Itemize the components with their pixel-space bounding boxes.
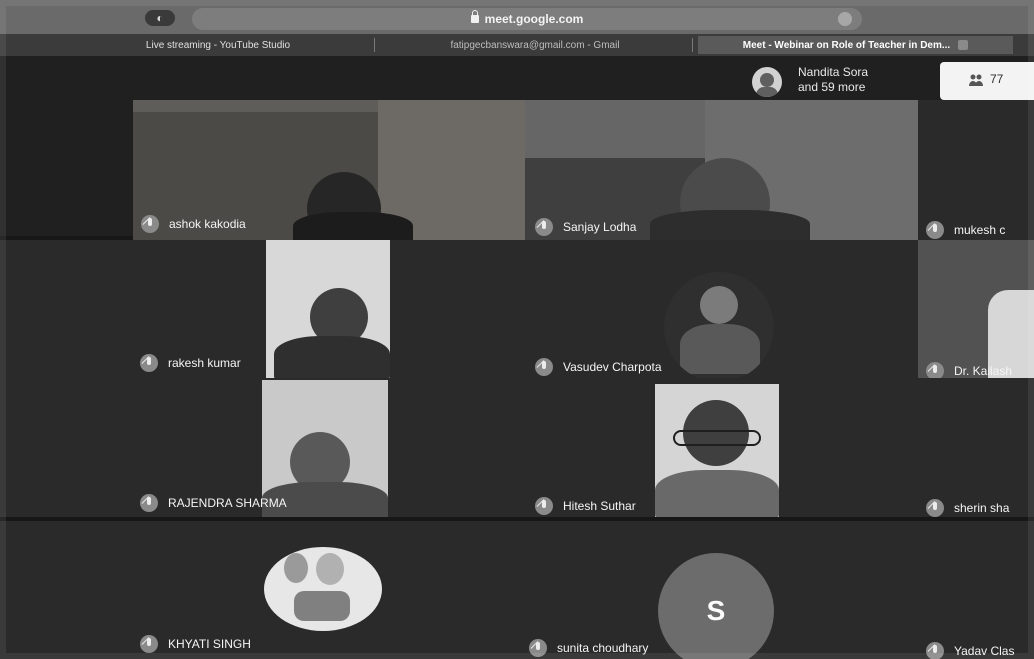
participant-tile[interactable]: ashok kakodia <box>133 100 525 240</box>
mic-off-icon <box>140 494 158 512</box>
mic-off-icon <box>926 642 944 659</box>
participant-name: Sanjay Lodha <box>563 220 637 234</box>
participant-count: 77 <box>990 72 1004 86</box>
tab-meet[interactable]: Meet - Webinar on Role of Teacher in Dem… <box>698 36 1013 54</box>
participant-name: mukesh c <box>954 223 1006 237</box>
participant-tile[interactable]: Hitesh Suthar <box>525 378 918 517</box>
mic-off-icon <box>535 497 553 515</box>
participant-name-tag: Hitesh Suthar <box>535 497 636 515</box>
avatar: S <box>658 553 774 659</box>
participant-name: RAJENDRA SHARMA <box>168 496 287 510</box>
close-icon[interactable] <box>958 40 969 50</box>
participant-name: Dr. Kailash <box>954 364 1013 378</box>
participant-name-tag: ashok kakodia <box>141 215 246 233</box>
participant-name-tag: KHYATI SINGH <box>140 635 251 653</box>
video-feed <box>655 384 779 517</box>
mic-off-icon <box>141 215 159 233</box>
participant-name: sherin sha <box>954 501 1010 515</box>
address-bar[interactable]: meet.google.com <box>192 8 862 30</box>
participant-name-tag: Sanjay Lodha <box>535 218 636 236</box>
mic-off-icon <box>535 218 553 236</box>
participant-name-tag: RAJENDRA SHARMA <box>140 494 287 512</box>
participant-tile[interactable]: Sanjay Lodha <box>525 100 918 240</box>
participant-grid: ashok kakodia Sanjay Lodha mukesh c rake… <box>0 100 1034 659</box>
tab-gmail[interactable]: fatipgecbanswara@gmail.com - Gmail <box>380 36 690 54</box>
participant-count-button[interactable]: 77 <box>940 62 1034 100</box>
mic-off-icon <box>140 635 158 653</box>
participant-name: Yadav Clas <box>954 644 1015 658</box>
participant-name: Vasudev Charpota <box>563 360 662 374</box>
participant-name: sunita choudhary <box>557 641 649 655</box>
participant-tile[interactable]: KHYATI SINGH <box>0 521 525 659</box>
participant-name-tag: Yadav Clas <box>926 642 1014 659</box>
participants-summary: Nandita Sora and 59 more <box>798 65 908 95</box>
participant-tile[interactable]: Vasudev Charpota <box>525 240 918 378</box>
tab-youtube-studio[interactable]: Live streaming - YouTube Studio <box>68 36 368 54</box>
meet-screen: ◐ meet.google.com Live streaming - YouTu… <box>0 0 1034 659</box>
participant-name: ashok kakodia <box>169 217 246 231</box>
participants-chip[interactable]: Nandita Sora and 59 more <box>752 64 912 98</box>
participant-tile[interactable]: S sunita choudhary <box>525 521 918 659</box>
tab-separator <box>374 38 375 52</box>
mic-off-icon <box>140 354 158 372</box>
url-text: meet.google.com <box>484 12 584 26</box>
avatar <box>664 272 774 378</box>
participant-name-tag: Vasudev Charpota <box>535 358 662 376</box>
sidebar-toggle-icon[interactable]: ◐ <box>145 10 175 26</box>
tab-separator <box>692 38 693 52</box>
participant-tile[interactable]: RAJENDRA SHARMA <box>0 378 525 517</box>
participant-name-tag: rakesh kumar <box>140 354 241 372</box>
avatar <box>264 547 382 631</box>
participant-tile[interactable]: Dr. Kailash <box>918 240 1034 386</box>
participant-tile[interactable]: rakesh kumar <box>0 240 525 378</box>
participant-tile[interactable]: mukesh c <box>918 100 1034 240</box>
tab-label: Live streaming - YouTube Studio <box>145 39 291 51</box>
participants-line-1: Nandita Sora <box>798 65 869 79</box>
participant-name: Hitesh Suthar <box>563 499 636 513</box>
avatar <box>752 67 782 97</box>
participant-tile[interactable]: sherin sha <box>918 378 1034 517</box>
browser-toolbar: ◐ meet.google.com <box>0 0 1034 34</box>
mic-off-icon <box>535 358 553 376</box>
video-feed <box>266 240 390 378</box>
participant-name-tag: sherin sha <box>926 499 1009 517</box>
avatar-initial: S <box>706 595 726 626</box>
tab-label: Meet - Webinar on Role of Teacher in Dem… <box>742 39 951 51</box>
tab-label: fatipgecbanswara@gmail.com - Gmail <box>450 39 620 51</box>
participant-name: rakesh kumar <box>168 356 241 370</box>
people-icon <box>969 74 983 86</box>
reload-icon[interactable] <box>838 12 852 26</box>
participant-tile[interactable]: Yadav Clas <box>918 521 1034 659</box>
mic-off-icon <box>529 639 547 657</box>
mic-off-icon <box>926 221 944 239</box>
participant-name-tag: sunita choudhary <box>529 639 648 657</box>
mic-off-icon <box>926 499 944 517</box>
participant-name-tag: mukesh c <box>926 221 1005 239</box>
lock-icon <box>470 10 479 23</box>
participant-name: KHYATI SINGH <box>168 637 251 651</box>
participants-line-2: and 59 more <box>798 80 866 94</box>
tab-bar: Live streaming - YouTube Studio fatipgec… <box>0 34 1034 56</box>
